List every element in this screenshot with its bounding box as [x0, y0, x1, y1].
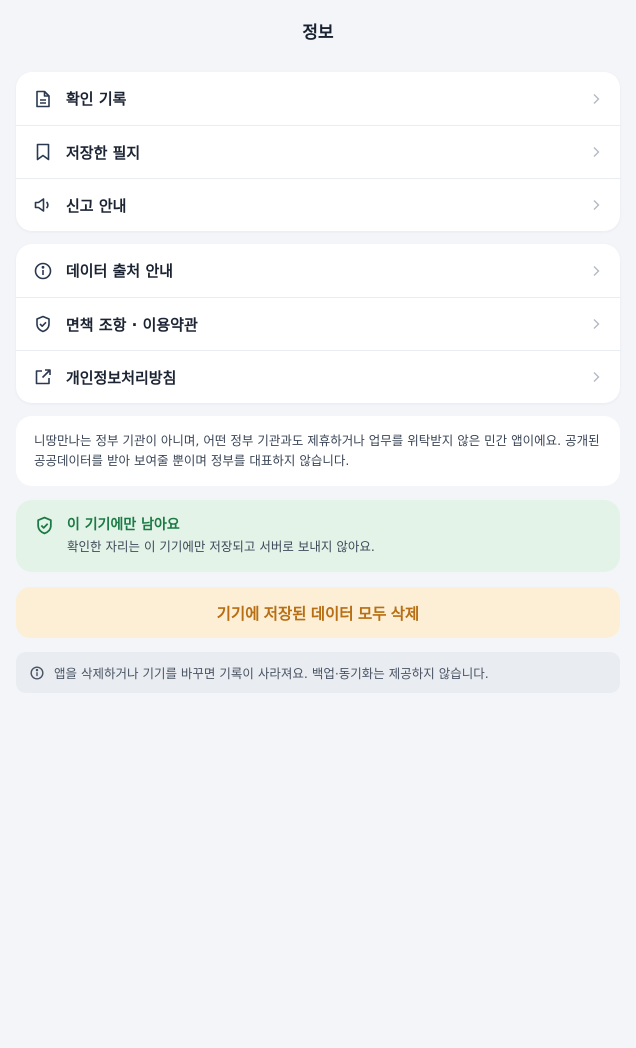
document-icon [34, 90, 52, 108]
menu-item-history[interactable]: 확인 기록 [16, 72, 620, 125]
chevron-right-icon [592, 371, 602, 383]
chevron-right-icon [592, 146, 602, 158]
menu-item-label: 신고 안내 [66, 196, 127, 215]
shield-check-icon [34, 315, 52, 333]
menu-group-records: 확인 기록 저장한 필지 신고 안내 [16, 72, 620, 231]
chevron-right-icon [592, 265, 602, 277]
megaphone-icon [34, 196, 52, 214]
chevron-right-icon [592, 318, 602, 330]
menu-item-disclaimer-terms[interactable]: 면책 조항 · 이용약관 [16, 297, 620, 350]
delete-all-data-button[interactable]: 기기에 저장된 데이터 모두 삭제 [16, 587, 620, 638]
page-header: 정보 [0, 0, 636, 60]
external-link-icon [34, 368, 52, 386]
chevron-right-icon [592, 93, 602, 105]
info-circle-icon [34, 262, 52, 280]
bookmark-icon [34, 143, 52, 161]
menu-item-saved-parcels[interactable]: 저장한 필지 [16, 125, 620, 178]
local-notice-description: 확인한 자리는 이 기기에만 저장되고 서버로 보내지 않아요. [67, 539, 375, 554]
menu-item-label: 면책 조항 · 이용약관 [66, 315, 198, 334]
disclaimer-text: 니땅만나는 정부 기관이 아니며, 어떤 정부 기관과도 제휴하거나 업무를 위… [34, 433, 600, 468]
menu-item-data-source[interactable]: 데이터 출처 안내 [16, 244, 620, 297]
local-notice-title: 이 기기에만 남아요 [67, 517, 180, 533]
disclaimer-notice: 니땅만나는 정부 기관이 아니며, 어떤 정부 기관과도 제휴하거나 업무를 위… [16, 416, 620, 486]
info-circle-icon [30, 665, 44, 680]
local-storage-notice: 이 기기에만 남아요 확인한 자리는 이 기기에만 저장되고 서버로 보내지 않… [16, 500, 620, 572]
menu-item-privacy-policy[interactable]: 개인정보처리방침 [16, 350, 620, 403]
menu-item-report-guide[interactable]: 신고 안내 [16, 178, 620, 231]
footnote-text: 앱을 삭제하거나 기기를 바꾸면 기록이 사라져요. 백업·동기화는 제공하지 … [54, 666, 489, 681]
chevron-right-icon [592, 199, 602, 211]
backup-footnote: 앱을 삭제하거나 기기를 바꾸면 기록이 사라져요. 백업·동기화는 제공하지 … [16, 652, 620, 693]
menu-group-legal: 데이터 출처 안내 면책 조항 · 이용약관 개인정보처리방침 [16, 244, 620, 403]
menu-item-label: 개인정보처리방침 [66, 368, 177, 387]
menu-item-label: 데이터 출처 안내 [66, 262, 174, 280]
page-title: 정보 [302, 22, 334, 43]
menu-item-label: 확인 기록 [66, 90, 127, 108]
shield-check-icon [36, 516, 54, 535]
menu-item-label: 저장한 필지 [66, 143, 141, 162]
